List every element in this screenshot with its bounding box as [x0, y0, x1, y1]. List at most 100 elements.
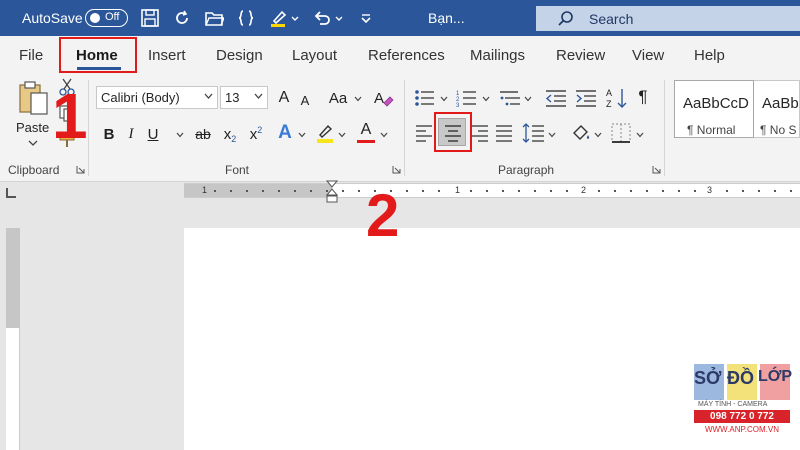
chevron-down-icon[interactable] [594, 132, 602, 138]
align-right-icon[interactable] [470, 124, 490, 142]
tab-mailings[interactable]: Mailings [470, 47, 525, 64]
chevron-down-icon[interactable] [482, 96, 490, 102]
undo-icon[interactable] [312, 8, 332, 28]
tab-insert[interactable]: Insert [148, 47, 186, 64]
search-box[interactable]: Search [536, 6, 800, 31]
tab-design[interactable]: Design [216, 47, 263, 64]
text-effects-button[interactable]: A [274, 122, 296, 144]
italic-button[interactable]: I [122, 124, 140, 144]
indent-marker-icon[interactable] [326, 180, 338, 204]
decrease-indent-icon[interactable] [544, 88, 568, 108]
title-bar: AutoSave Off Bạn... Search [0, 0, 800, 36]
shrink-font-button[interactable]: A [296, 91, 314, 109]
dialog-launcher-icon[interactable] [652, 165, 661, 174]
style-no-spacing[interactable]: AaBb ¶ No S [754, 80, 800, 138]
dialog-launcher-icon[interactable] [392, 165, 401, 174]
show-marks-button[interactable]: ¶ [634, 86, 652, 108]
chevron-down-icon[interactable] [176, 132, 184, 138]
horizontal-ruler[interactable]: 1 1 2 3 [184, 183, 800, 198]
bullets-icon[interactable] [414, 88, 436, 108]
chevron-down-icon[interactable] [636, 132, 644, 138]
logo-tagline: MÁY TÍNH - CAMERA [698, 401, 768, 408]
chevron-down-icon[interactable] [548, 132, 556, 138]
sort-icon[interactable]: A Z [606, 86, 628, 110]
ruler-tick [678, 190, 680, 192]
ruler-tick [550, 190, 552, 192]
borders-icon[interactable] [610, 122, 632, 144]
font-group-label: Font [225, 163, 250, 177]
ruler-tick [214, 190, 216, 192]
svg-text:Z: Z [606, 99, 612, 109]
ruler-tick [486, 190, 488, 192]
autosave-toggle[interactable]: Off [85, 9, 128, 27]
save-icon[interactable] [140, 8, 160, 28]
open-folder-icon[interactable] [204, 8, 224, 28]
chevron-down-icon[interactable] [380, 132, 388, 138]
logo-phone: 098 772 0 772 [694, 410, 790, 423]
chevron-down-icon[interactable] [28, 140, 38, 146]
ruler-tick [742, 190, 744, 192]
bold-button[interactable]: B [100, 124, 118, 144]
clear-formatting-icon[interactable]: A [372, 87, 394, 109]
customize-toolbar-icon[interactable] [356, 8, 376, 28]
chevron-down-icon[interactable] [524, 96, 532, 102]
align-left-icon[interactable] [414, 124, 434, 142]
highlight-color-icon[interactable] [314, 122, 336, 144]
tab-help[interactable]: Help [694, 47, 725, 64]
ruler-tick [406, 190, 408, 192]
strikethrough-button[interactable]: ab [192, 124, 214, 144]
braces-icon[interactable] [236, 8, 256, 28]
svg-text:3: 3 [456, 103, 460, 108]
paste-label[interactable]: Paste [16, 120, 49, 135]
tab-view[interactable]: View [632, 47, 664, 64]
chevron-down-icon[interactable] [354, 96, 362, 102]
dialog-launcher-icon[interactable] [76, 165, 85, 174]
tab-references[interactable]: References [368, 47, 445, 64]
shading-icon[interactable] [570, 122, 592, 144]
logo-word: LỚP [758, 368, 793, 385]
font-name-dropdown[interactable]: Calibri (Body) [96, 86, 218, 109]
font-color-button[interactable]: A [356, 120, 376, 140]
document-name[interactable]: Bạn... [428, 10, 465, 26]
grow-font-button[interactable]: A [274, 88, 294, 108]
tab-review[interactable]: Review [556, 47, 605, 64]
ruler-number: 2 [581, 185, 587, 195]
refresh-icon[interactable] [172, 8, 192, 28]
chevron-down-icon[interactable] [334, 8, 344, 28]
ruler-tick [726, 190, 728, 192]
superscript-button[interactable]: x2 [246, 124, 266, 144]
vertical-ruler[interactable] [6, 228, 20, 450]
chevron-down-icon[interactable] [440, 96, 448, 102]
line-spacing-icon[interactable] [522, 122, 546, 144]
justify-icon[interactable] [494, 124, 514, 142]
toggle-knob [90, 13, 100, 23]
style-normal[interactable]: AaBbCcD ¶ Normal [674, 80, 754, 138]
tab-selector[interactable] [6, 188, 16, 198]
chevron-down-icon[interactable] [298, 132, 306, 138]
font-size-dropdown[interactable]: 13 [220, 86, 268, 109]
ruler-tick [262, 190, 264, 192]
subscript-button[interactable]: x2 [220, 124, 240, 144]
numbering-icon[interactable]: 1 2 3 [456, 88, 478, 108]
group-separator [664, 80, 665, 176]
tab-file[interactable]: File [19, 47, 43, 64]
change-case-button[interactable]: Aa [326, 88, 350, 108]
underline-button[interactable]: U [144, 124, 162, 144]
tab-layout[interactable]: Layout [292, 47, 337, 64]
group-separator [88, 80, 89, 176]
increase-indent-icon[interactable] [574, 88, 598, 108]
group-separator [404, 80, 405, 176]
chevron-down-icon[interactable] [290, 8, 300, 28]
svg-text:A: A [606, 88, 612, 98]
search-icon [558, 11, 573, 26]
chevron-down-icon [204, 93, 213, 99]
multilevel-list-icon[interactable] [498, 88, 522, 108]
ruler-tick [342, 190, 344, 192]
chevron-down-icon[interactable] [338, 132, 346, 138]
chevron-down-icon [254, 93, 263, 99]
ruler-tick [534, 190, 536, 192]
paste-icon[interactable] [18, 80, 50, 116]
style-sample: AaBbCcD [683, 95, 749, 112]
highlighter-icon[interactable] [268, 8, 288, 28]
autosave-label: AutoSave [22, 10, 83, 26]
